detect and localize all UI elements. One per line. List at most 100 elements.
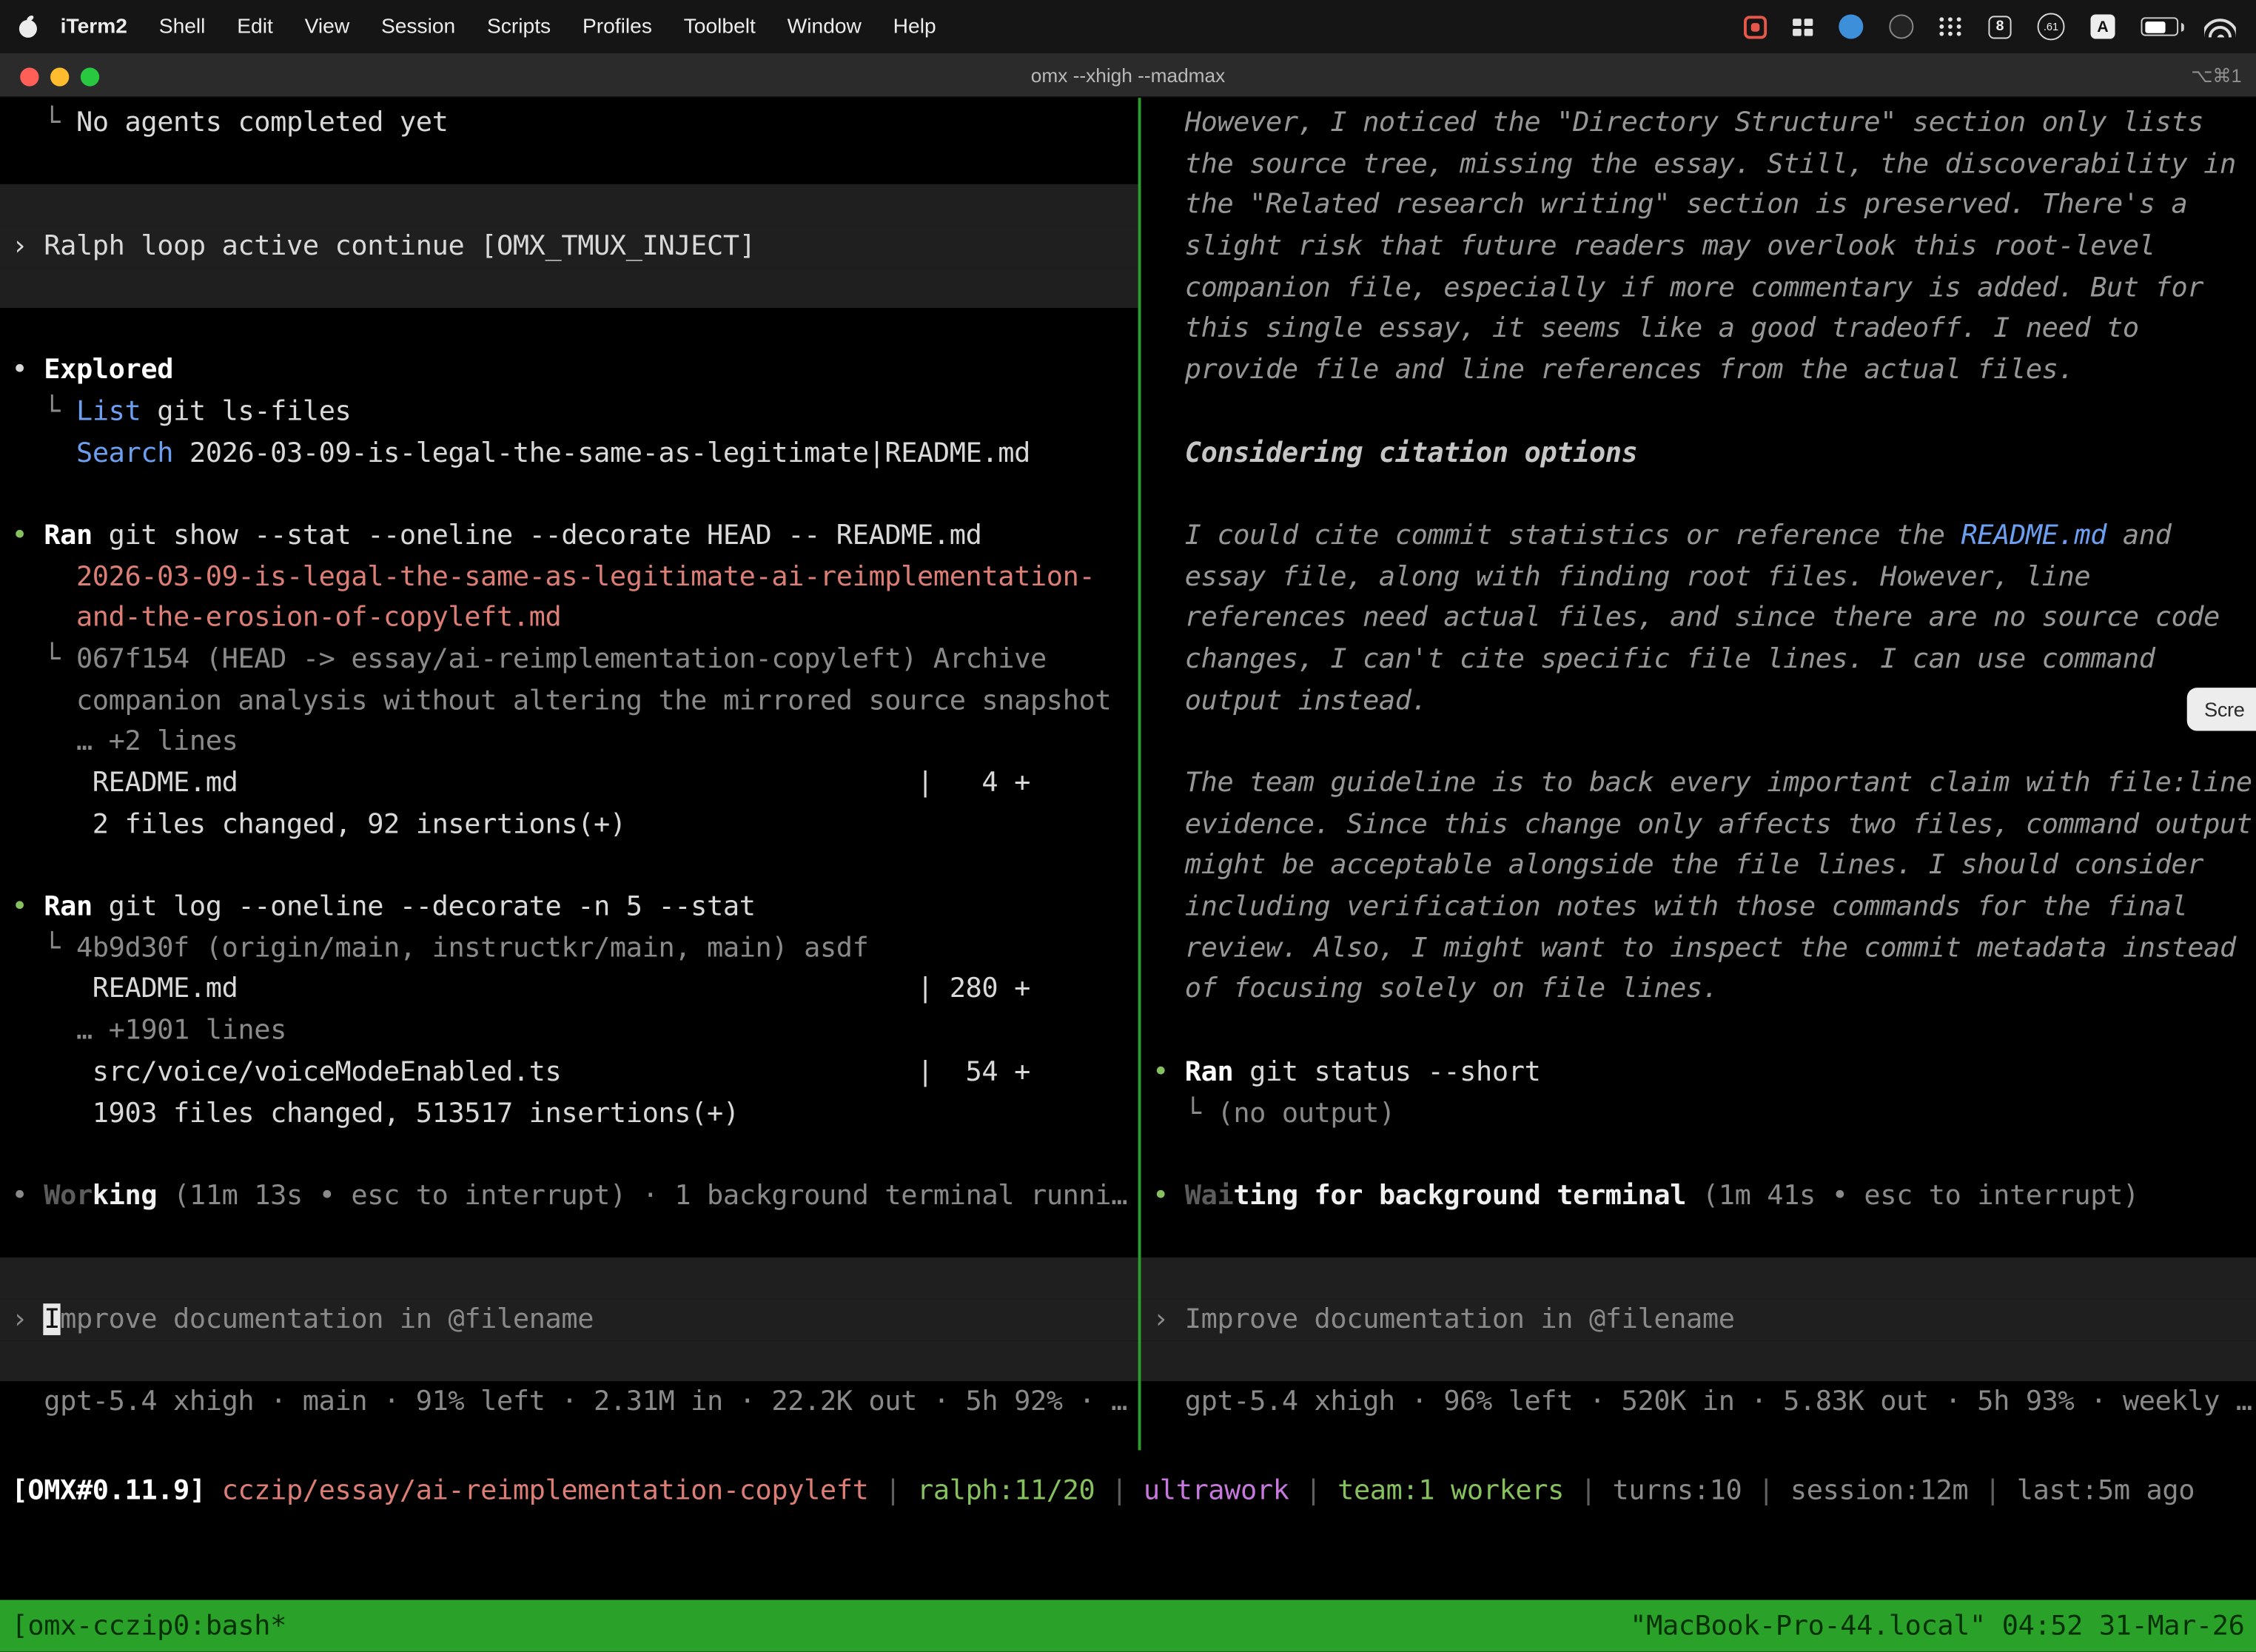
- menu-item-window[interactable]: Window: [771, 15, 877, 38]
- terminal-line: [0, 845, 1138, 887]
- menu-item-edit[interactable]: Edit: [221, 15, 289, 38]
- battery-icon[interactable]: [2141, 17, 2179, 36]
- text-segment: README.md: [1961, 520, 2106, 551]
- text-segment: •: [1152, 1180, 1185, 1212]
- text-segment: Considering citation options: [1152, 437, 1637, 469]
- window-titlebar[interactable]: omx --xhigh --madmax ⌥⌘1: [0, 53, 2256, 98]
- terminal-line: including verification notes with those …: [1141, 887, 2256, 928]
- input-source-icon[interactable]: A: [2090, 14, 2115, 38]
- text-segment: [OMX#0.11.9]: [12, 1474, 222, 1506]
- dark-app-icon[interactable]: [1889, 14, 1913, 38]
- text-segment: |: [1968, 1474, 2017, 1506]
- terminal-line: [0, 474, 1138, 515]
- text-segment: └: [12, 932, 76, 964]
- text-segment: git ls-files: [141, 395, 351, 427]
- terminal-line: review. Also, I might want to inspect th…: [1141, 927, 2256, 969]
- text-segment: •: [12, 520, 44, 551]
- text-segment: |: [1095, 1474, 1144, 1506]
- text-segment: (1m 41s • esc to interrupt): [1686, 1180, 2139, 1212]
- text-segment: ultrawork: [1144, 1474, 1289, 1506]
- terminal-line: and-the-erosion-of-copyleft.md: [0, 597, 1138, 639]
- number-8-icon[interactable]: 8: [1988, 15, 2011, 38]
- text-segment: ralph:11/20: [917, 1474, 1095, 1506]
- text-segment: •: [1152, 1055, 1185, 1087]
- terminal-line: the source tree, missing the essay. Stil…: [1141, 144, 2256, 185]
- text-segment: git log --oneline --decorate -n 5 --stat: [93, 890, 756, 922]
- terminal-line: Search 2026-03-09-is-legal-the-same-as-l…: [0, 432, 1138, 474]
- terminal-line: └ (no output): [1141, 1092, 2256, 1134]
- terminal-line: companion analysis without altering the …: [0, 680, 1138, 722]
- text-segment: No agents completed yet: [76, 107, 448, 138]
- text-segment: README.md | 280 +: [12, 973, 1030, 1005]
- gauge-icon[interactable]: .61: [2038, 13, 2065, 40]
- tmux-session-label: [omx-cczip0:bash*: [12, 1610, 286, 1642]
- right-pane[interactable]: However, I noticed the "Directory Struct…: [1141, 98, 2256, 1450]
- terminal-line: [1141, 1010, 2256, 1052]
- menu-item-shell[interactable]: Shell: [143, 15, 221, 38]
- text-segment: Ran: [44, 890, 93, 922]
- text-segment: |: [1564, 1474, 1613, 1506]
- text-segment: Improve documentation in @filename: [1185, 1303, 1735, 1335]
- terminal-line: [1141, 1340, 2256, 1382]
- text-segment: cczip/essay/ai-reimplementation-copyleft: [222, 1474, 869, 1506]
- terminal-line: 2026-03-09-is-legal-the-same-as-legitima…: [0, 556, 1138, 597]
- text-segment: |: [1289, 1474, 1338, 1506]
- text-segment: Wor: [44, 1180, 93, 1212]
- menu-item-help[interactable]: Help: [877, 15, 952, 38]
- prompt-input[interactable]: › Improve documentation in @filename: [0, 1299, 1138, 1340]
- terminal-line: [0, 267, 1138, 309]
- terminal-line: [0, 1134, 1138, 1175]
- apple-menu-icon[interactable]: [17, 14, 38, 38]
- text-segment: and-the-erosion-of-copyleft.md: [12, 602, 562, 634]
- screen-recording-indicator-icon[interactable]: [1744, 15, 1767, 38]
- terminal-line: • Ran git log --oneline --decorate -n 5 …: [0, 887, 1138, 928]
- text-segment: the "Related research writing" section i…: [1152, 189, 2187, 221]
- wifi-icon[interactable]: [2204, 16, 2236, 37]
- menu-item-view[interactable]: View: [289, 15, 365, 38]
- text-segment: └: [12, 643, 76, 675]
- text-segment: └: [12, 107, 76, 138]
- text-segment: 1903 files changed, 513517 insertions(+): [12, 1097, 739, 1129]
- text-segment: Search: [76, 437, 173, 469]
- terminal-line: • Explored: [0, 350, 1138, 392]
- window-title: omx --xhigh --madmax: [0, 53, 2256, 98]
- terminal-line: [0, 309, 1138, 350]
- text-segment: slight risk that future readers may over…: [1152, 230, 2155, 262]
- prompt-input[interactable]: › Improve documentation in @filename: [1141, 1299, 2256, 1340]
- terminal-line: essay file, along with finding root file…: [1141, 556, 2256, 597]
- menu-items: iTerm2ShellEditViewSessionScriptsProfile…: [44, 15, 952, 38]
- menu-item-scripts[interactable]: Scripts: [471, 15, 567, 38]
- text-segment: ›: [1152, 1303, 1185, 1335]
- terminal-line: [0, 1258, 1138, 1299]
- menu-item-iterm2[interactable]: iTerm2: [44, 15, 143, 38]
- text-segment: •: [12, 1180, 44, 1212]
- keyboard-grid-icon[interactable]: [1793, 18, 1813, 35]
- text-segment: team:1 workers: [1337, 1474, 1564, 1506]
- terminal-line: [1141, 1217, 2256, 1258]
- screen-share-button[interactable]: Scre: [2187, 688, 2256, 731]
- text-segment: changes, I can't cite specific file line…: [1152, 643, 2155, 675]
- text-segment: I: [44, 1303, 60, 1335]
- text-segment: gpt-5.4 xhigh · 96% left · 520K in · 5.8…: [1152, 1386, 2252, 1418]
- terminal-line: README.md | 4 +: [0, 762, 1138, 804]
- text-segment: last:5m ago: [2017, 1474, 2195, 1506]
- terminal-line: └ 067f154 (HEAD -> essay/ai-reimplementa…: [0, 639, 1138, 680]
- text-segment: companion analysis without altering the …: [12, 685, 1112, 716]
- left-pane[interactable]: └ No agents completed yet › Ralph loop ac…: [0, 98, 1138, 1450]
- ralph-loop-banner: › Ralph loop active continue [OMX_TMUX_I…: [0, 226, 1138, 267]
- text-segment: output instead.: [1152, 685, 1427, 716]
- text-segment: |: [868, 1474, 917, 1506]
- terminal-line: 2 files changed, 92 insertions(+): [0, 804, 1138, 845]
- menu-item-session[interactable]: Session: [366, 15, 471, 38]
- blue-app-icon[interactable]: [1839, 14, 1863, 38]
- text-segment: mprove documentation in @filename: [60, 1303, 594, 1335]
- menu-item-toolbelt[interactable]: Toolbelt: [668, 15, 771, 38]
- terminal-line: [0, 1217, 1138, 1258]
- terminal-line: README.md | 280 +: [0, 969, 1138, 1010]
- text-segment: List: [76, 395, 141, 427]
- text-segment: this single essay, it seems like a good …: [1152, 313, 2139, 345]
- terminal-line: [0, 144, 1138, 185]
- text-segment: 2026-03-09-is-legal-the-same-as-legitima…: [173, 437, 1030, 469]
- dots-grid-icon[interactable]: [1939, 17, 1962, 36]
- menu-item-profiles[interactable]: Profiles: [567, 15, 668, 38]
